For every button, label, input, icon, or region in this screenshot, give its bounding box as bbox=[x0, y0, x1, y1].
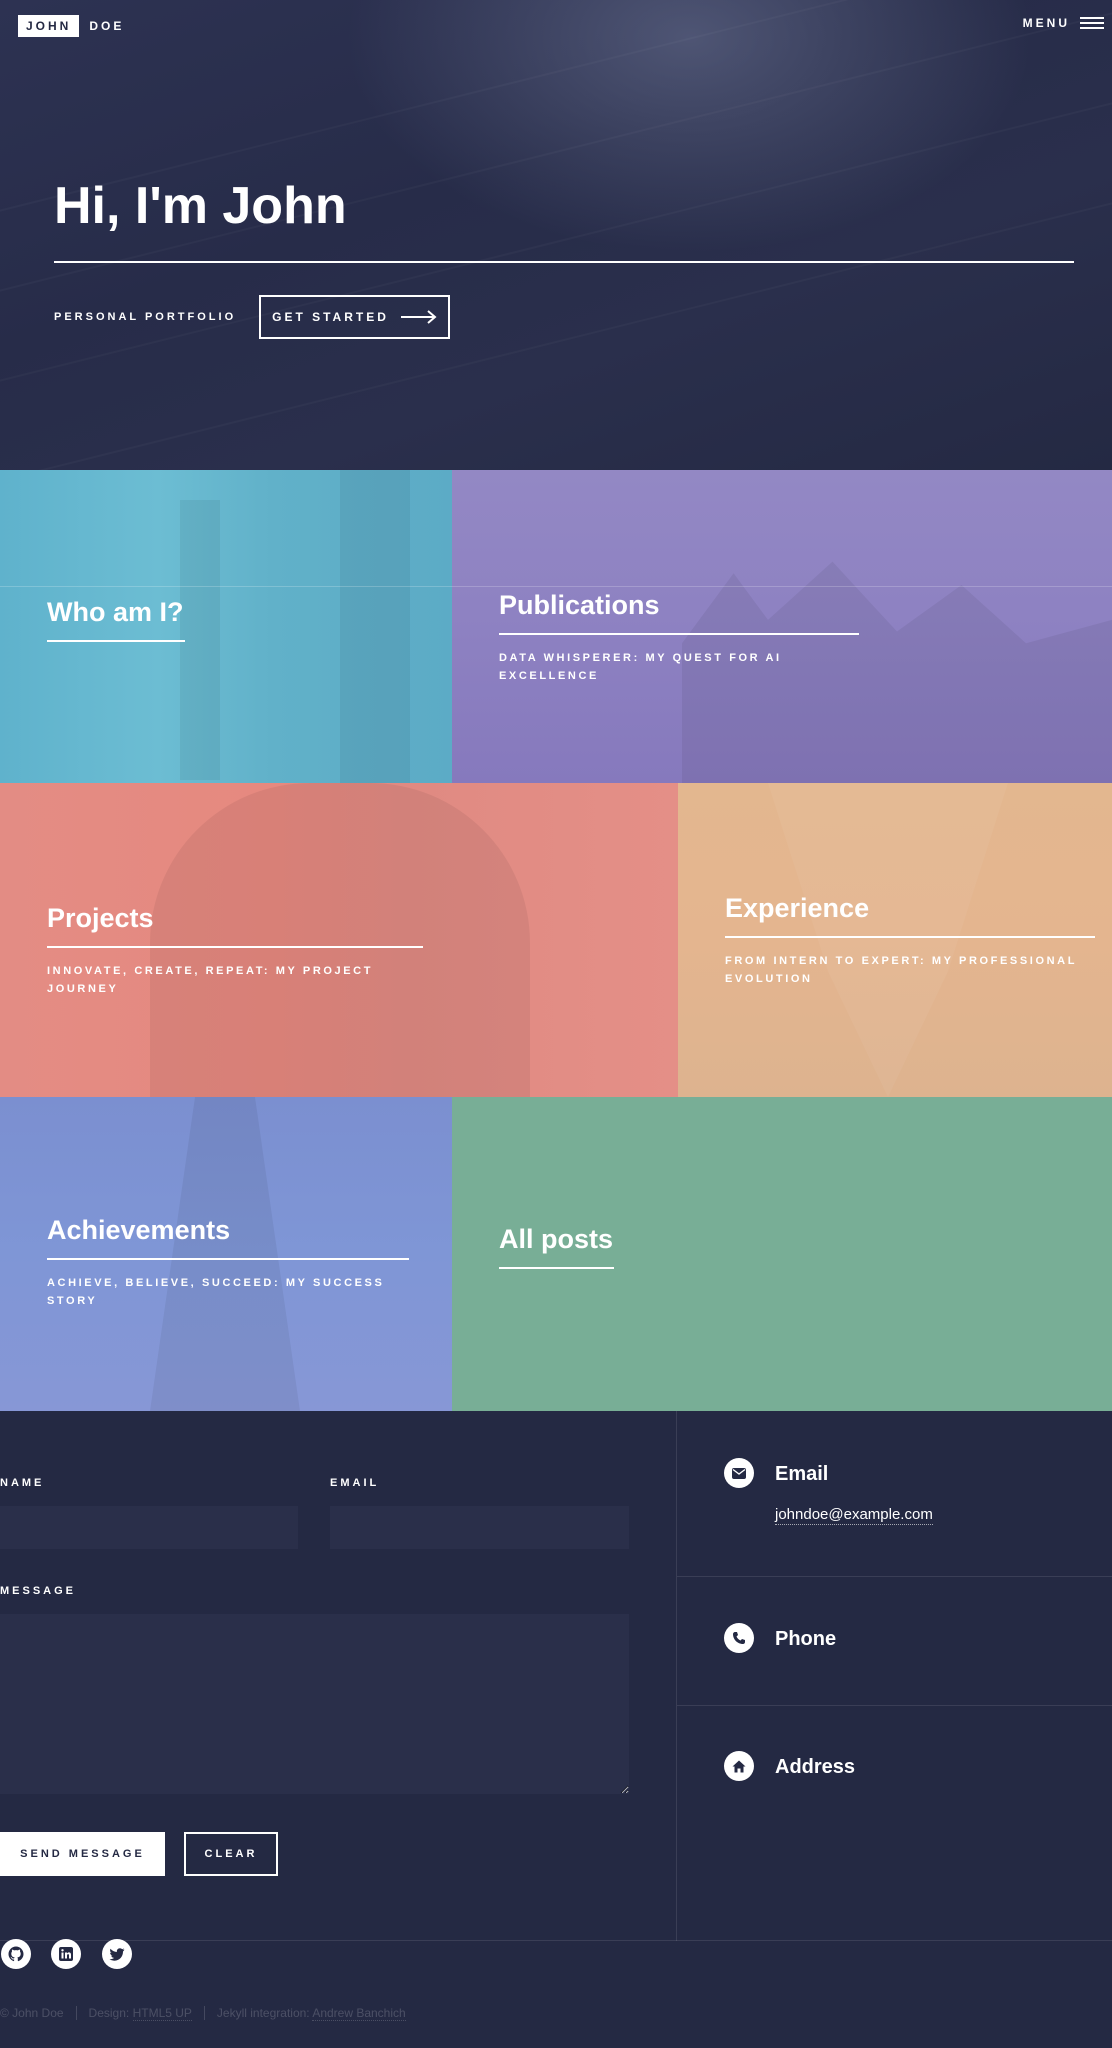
banner: Hi, I'm John PERSONAL PORTFOLIO GET STAR… bbox=[0, 0, 1112, 470]
linkedin-icon[interactable] bbox=[51, 1939, 81, 1969]
tile-divider bbox=[725, 936, 1095, 938]
menu-button[interactable]: MENU bbox=[1023, 16, 1104, 30]
clear-button[interactable]: CLEAR bbox=[184, 1832, 278, 1876]
hero-divider bbox=[54, 261, 1074, 263]
tile-achievements[interactable]: Achievements ACHIEVE, BELIEVE, SUCCEED: … bbox=[0, 1097, 452, 1411]
email-input[interactable] bbox=[330, 1506, 629, 1549]
get-started-button[interactable]: GET STARTED bbox=[259, 295, 450, 339]
get-started-label: GET STARTED bbox=[272, 310, 389, 324]
tile-experience[interactable]: Experience FROM INTERN TO EXPERT: MY PRO… bbox=[678, 783, 1112, 1097]
tile-who-am-i[interactable]: Who am I? bbox=[0, 470, 452, 783]
tile-subtitle: FROM INTERN TO EXPERT: MY PROFESSIONAL E… bbox=[725, 955, 1077, 985]
logo-last-name: DOE bbox=[89, 19, 125, 33]
design-credit: Design: HTML5 UP bbox=[88, 2006, 192, 2021]
tile-divider bbox=[47, 946, 423, 948]
hamburger-icon bbox=[1080, 17, 1104, 29]
tile-divider bbox=[47, 1258, 409, 1260]
tile-title: Experience bbox=[725, 893, 870, 923]
logo-first-name: JOHN bbox=[18, 15, 80, 37]
tile-publications[interactable]: Publications DATA WHISPERER: MY QUEST FO… bbox=[452, 470, 1112, 783]
send-message-button[interactable]: SEND MESSAGE bbox=[0, 1832, 165, 1876]
copyright-text: © John Doe bbox=[0, 2006, 64, 2020]
contact-row-divider bbox=[677, 1705, 1112, 1706]
site-footer bbox=[0, 1939, 1112, 2048]
andrew-banchich-link[interactable]: Andrew Banchich bbox=[312, 2006, 406, 2021]
message-label: MESSAGE bbox=[0, 1585, 77, 1597]
name-input[interactable] bbox=[0, 1506, 298, 1549]
tile-divider bbox=[47, 640, 185, 642]
email-title: Email bbox=[775, 1463, 829, 1485]
tile-divider bbox=[499, 1267, 614, 1269]
menu-label: MENU bbox=[1022, 16, 1070, 30]
tile-title: Achievements bbox=[47, 1215, 231, 1245]
envelope-icon bbox=[724, 1458, 754, 1488]
tile-title: All posts bbox=[499, 1224, 614, 1254]
tile-subtitle: ACHIEVE, BELIEVE, SUCCEED: MY SUCCESS ST… bbox=[47, 1277, 385, 1307]
tile-subtitle: INNOVATE, CREATE, REPEAT: MY PROJECT JOU… bbox=[47, 965, 374, 995]
tile-projects[interactable]: Projects INNOVATE, CREATE, REPEAT: MY PR… bbox=[0, 783, 678, 1097]
phone-title: Phone bbox=[775, 1628, 837, 1650]
email-label: EMAIL bbox=[330, 1477, 380, 1489]
email-link[interactable]: johndoe@example.com bbox=[775, 1506, 933, 1525]
html5up-link[interactable]: HTML5 UP bbox=[132, 2006, 192, 2021]
contact-section: NAME EMAIL MESSAGE SEND MESSAGE CLEAR Em… bbox=[0, 1411, 1112, 1941]
contact-divider bbox=[676, 1411, 677, 1941]
home-icon bbox=[724, 1751, 754, 1781]
tile-title: Who am I? bbox=[47, 597, 184, 627]
address-title: Address bbox=[775, 1756, 856, 1778]
logo[interactable]: JOHN DOE bbox=[18, 15, 124, 37]
copyright-bar: © John Doe Design: HTML5 UP Jekyll integ… bbox=[0, 2006, 406, 2021]
arrow-right-icon bbox=[400, 310, 437, 324]
tile-title: Publications bbox=[499, 590, 660, 620]
tile-subtitle: DATA WHISPERER: MY QUEST FOR AI EXCELLEN… bbox=[499, 652, 782, 682]
tile-all-posts[interactable]: All posts bbox=[452, 1097, 1112, 1411]
contact-row-divider bbox=[677, 1576, 1112, 1577]
tile-title: Projects bbox=[47, 903, 154, 933]
github-icon[interactable] bbox=[1, 1939, 31, 1969]
tile-divider bbox=[499, 633, 859, 635]
site-header: JOHN DOE MENU bbox=[0, 0, 1112, 52]
name-label: NAME bbox=[0, 1477, 45, 1489]
phone-icon bbox=[724, 1623, 754, 1653]
twitter-icon[interactable] bbox=[102, 1939, 132, 1969]
hero-title: Hi, I'm John bbox=[54, 177, 347, 235]
hero-subtitle: PERSONAL PORTFOLIO bbox=[54, 311, 237, 323]
jekyll-credit: Jekyll integration: Andrew Banchich bbox=[216, 2006, 406, 2021]
message-textarea[interactable] bbox=[0, 1614, 629, 1794]
